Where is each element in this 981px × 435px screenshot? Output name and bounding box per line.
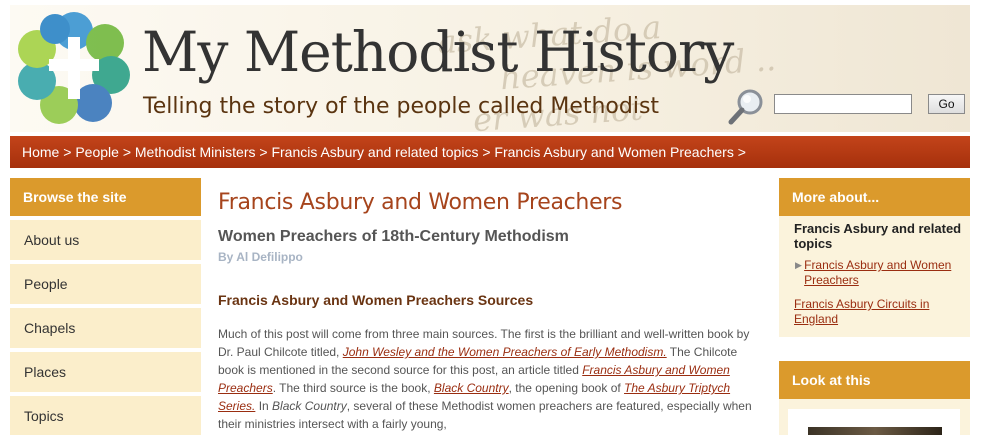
magnifier-icon bbox=[728, 89, 763, 125]
site-title[interactable]: My Methodist History bbox=[142, 17, 734, 87]
site-tagline: Telling the story of the people called M… bbox=[143, 94, 660, 119]
sidebar-item-about-us[interactable]: About us bbox=[10, 220, 201, 260]
breadcrumb-separator: > bbox=[122, 144, 131, 160]
breadcrumb-separator: > bbox=[482, 144, 491, 160]
featured-image-frame[interactable] bbox=[788, 409, 960, 435]
look-at-this-heading: Look at this bbox=[779, 361, 970, 399]
sidebar-item-chapels[interactable]: Chapels bbox=[10, 308, 201, 348]
related-topic-list: ▶ Francis Asbury and Women Preachers bbox=[779, 251, 970, 288]
main-content: Francis Asbury and Women Preachers Women… bbox=[218, 190, 758, 433]
browse-sidebar: Browse the site About us People Chapels … bbox=[10, 178, 201, 435]
article-subtitle: Women Preachers of 18th-Century Methodis… bbox=[218, 228, 569, 245]
sidebar-item-places[interactable]: Places bbox=[10, 352, 201, 392]
search-input[interactable] bbox=[774, 94, 912, 114]
featured-image[interactable] bbox=[808, 427, 942, 435]
breadcrumb-asbury-topics[interactable]: Francis Asbury and related topics bbox=[271, 144, 478, 160]
section-heading: Francis Asbury and Women Preachers Sourc… bbox=[218, 292, 534, 308]
list-item: ▶ Francis Asbury and Women Preachers bbox=[795, 258, 960, 288]
breadcrumb-separator: > bbox=[259, 144, 268, 160]
site-logo-icon[interactable] bbox=[15, 9, 133, 127]
link-chilcote-book[interactable]: John Wesley and the Women Preachers of E… bbox=[343, 345, 667, 359]
breadcrumb-people[interactable]: People bbox=[75, 144, 119, 160]
article-byline: By Al Defilippo bbox=[218, 250, 303, 264]
more-about-heading: More about... bbox=[779, 178, 970, 216]
sidebar-item-topics[interactable]: Topics bbox=[10, 396, 201, 435]
related-link-item: Francis Asbury Circuits in England bbox=[779, 288, 970, 337]
look-at-this-panel: Look at this bbox=[779, 361, 970, 435]
page-title: Francis Asbury and Women Preachers bbox=[218, 190, 623, 215]
site-header: ask what do a heaven is word .. er was n… bbox=[10, 5, 970, 132]
link-black-country[interactable]: Black Country bbox=[434, 381, 509, 395]
article-paragraph: Much of this post will come from three m… bbox=[218, 327, 752, 431]
breadcrumb-home[interactable]: Home bbox=[22, 144, 59, 160]
breadcrumb: Home > People > Methodist Ministers > Fr… bbox=[10, 136, 970, 168]
go-button[interactable]: Go bbox=[928, 94, 965, 114]
breadcrumb-methodist-ministers[interactable]: Methodist Ministers bbox=[135, 144, 256, 160]
right-sidebar: More about... Francis Asbury and related… bbox=[779, 178, 970, 435]
breadcrumb-asbury-women-preachers[interactable]: Francis Asbury and Women Preachers bbox=[494, 144, 733, 160]
more-about-panel: More about... Francis Asbury and related… bbox=[779, 178, 970, 337]
breadcrumb-separator: > bbox=[737, 144, 746, 160]
breadcrumb-separator: > bbox=[63, 144, 72, 160]
link-asbury-women-preachers[interactable]: Francis Asbury and Women Preachers bbox=[804, 258, 960, 288]
triangle-bullet-icon: ▶ bbox=[795, 260, 802, 270]
link-asbury-circuits[interactable]: Francis Asbury Circuits in England bbox=[794, 297, 929, 326]
related-topic-title: Francis Asbury and related topics bbox=[794, 221, 962, 251]
browse-heading: Browse the site bbox=[10, 178, 201, 216]
sidebar-item-people[interactable]: People bbox=[10, 264, 201, 304]
